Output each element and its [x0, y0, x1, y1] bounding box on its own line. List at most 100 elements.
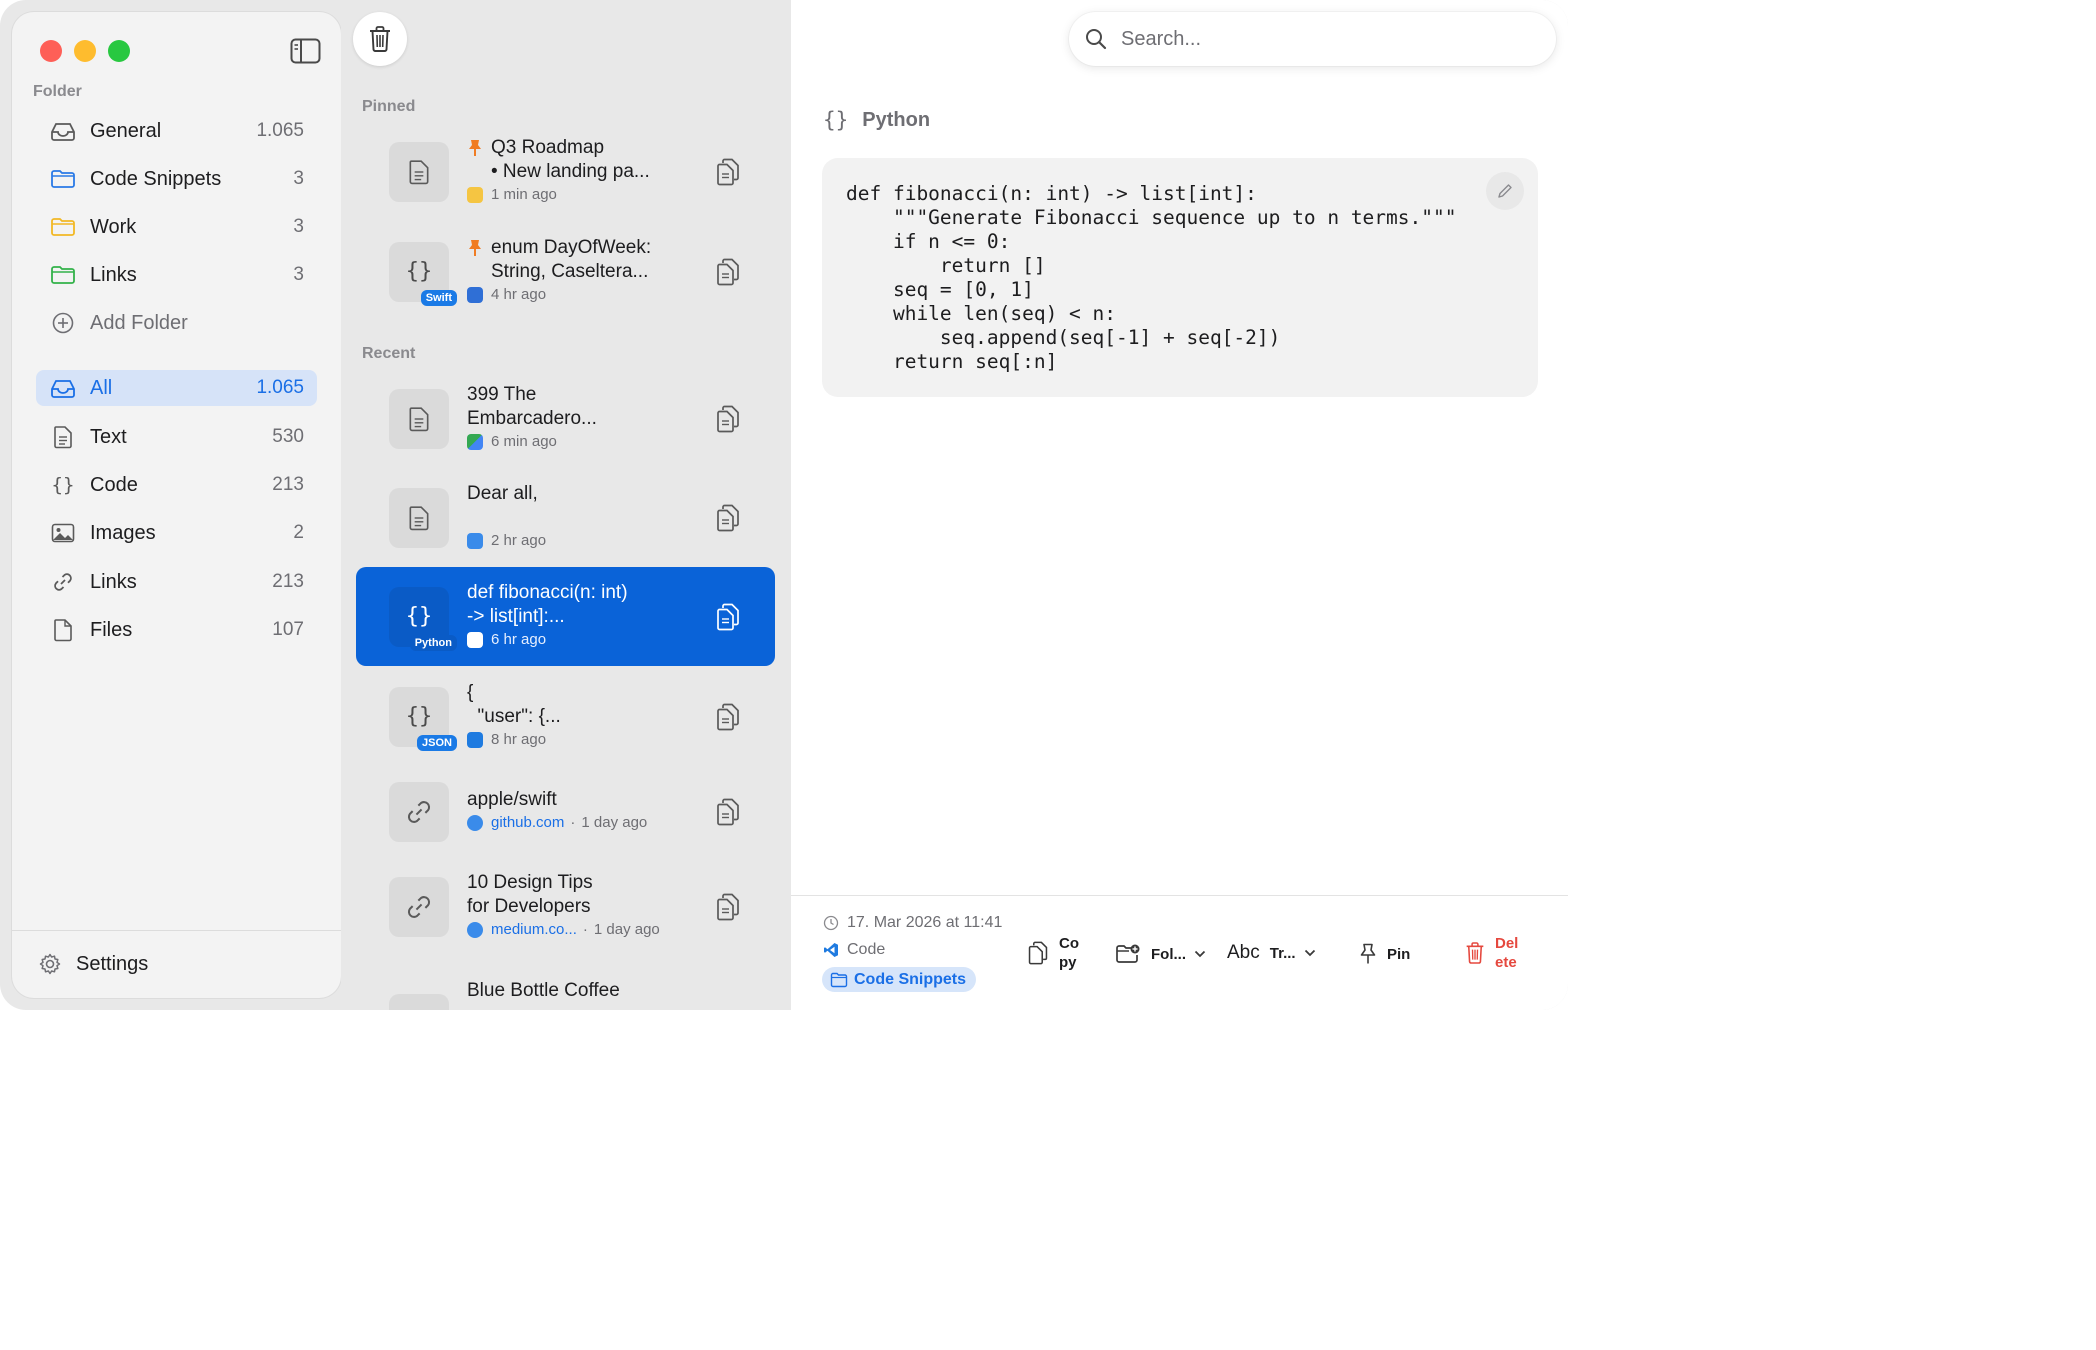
- item-title-line1: enum DayOfWeek:: [467, 236, 685, 260]
- copy-icon: [1028, 941, 1048, 965]
- vscode-app-icon: [467, 731, 483, 748]
- copy-icon[interactable]: [715, 1010, 741, 1011]
- footer-divider: [791, 895, 1568, 896]
- item-title-line2: Embarcadero...: [467, 408, 597, 429]
- settings-button[interactable]: Settings: [38, 952, 148, 976]
- sidebar-item-all[interactable]: All 1.065: [36, 370, 317, 406]
- recent-section-label: Recent: [362, 345, 416, 362]
- pencil-icon: [1498, 184, 1512, 198]
- copy-label-line1: Co: [1059, 935, 1079, 952]
- item-title-line1: Q3 Roadmap: [467, 136, 685, 160]
- item-title-line2: String, Caseltera...: [491, 261, 649, 282]
- edit-button[interactable]: [1486, 172, 1524, 210]
- sidebar-item-label: Work: [90, 215, 137, 238]
- document-icon: [409, 159, 429, 184]
- item-time: 1 min ago: [491, 186, 557, 203]
- pin-outline-icon: [1360, 943, 1376, 964]
- code-preview[interactable]: def fibonacci(n: int) -> list[int]: """G…: [822, 158, 1538, 397]
- sidebar-item-links-folder[interactable]: Links 3: [36, 257, 317, 293]
- item-title-line1: 399 The: [467, 384, 537, 405]
- item-link[interactable]: medium.co...: [491, 921, 577, 938]
- add-folder-button[interactable]: Add Folder: [36, 305, 317, 341]
- pin-button[interactable]: Pin: [1359, 942, 1410, 966]
- copy-icon[interactable]: [715, 158, 741, 186]
- clear-history-button[interactable]: [353, 12, 407, 66]
- transform-menu-button[interactable]: Abc Tr...: [1227, 942, 1316, 964]
- trash-icon: [370, 26, 390, 52]
- sidebar-item-count: 213: [272, 571, 304, 592]
- language-badge: Python: [409, 634, 457, 651]
- copy-icon[interactable]: [715, 893, 741, 921]
- braces-icon: {}: [405, 704, 433, 729]
- minimize-window-button[interactable]: [74, 40, 96, 62]
- list-item-selected[interactable]: {} Python def fibonacci(n: int) -> list[…: [356, 567, 775, 666]
- code-content: def fibonacci(n: int) -> list[int]: """G…: [846, 182, 1457, 373]
- timestamp: 17. Mar 2026 at 11:41: [847, 914, 1003, 931]
- item-time: 6 min ago: [491, 433, 557, 450]
- copy-icon[interactable]: [715, 798, 741, 826]
- list-item[interactable]: apple/swift github.com · 1 day ago: [356, 762, 775, 861]
- delete-button[interactable]: Del ete: [1465, 934, 1518, 972]
- item-link[interactable]: github.com: [491, 814, 564, 831]
- pinned-section-label: Pinned: [362, 98, 416, 115]
- item-title-line2: "user": {...: [467, 706, 561, 727]
- zoom-window-button[interactable]: [108, 40, 130, 62]
- text-thumbnail: [389, 141, 449, 202]
- sidebar-item-links[interactable]: Links 213: [36, 564, 317, 600]
- sidebar-item-general[interactable]: General 1.065: [36, 113, 317, 149]
- sidebar-item-count: 3: [293, 168, 304, 189]
- language-header: {} Python: [823, 108, 930, 132]
- sidebar-item-files[interactable]: Files 107: [36, 612, 317, 648]
- document-icon: [409, 505, 429, 530]
- delete-label-line2: ete: [1495, 954, 1517, 971]
- folder-menu-button[interactable]: Fol...: [1115, 942, 1206, 966]
- code-thumbnail: {} Swift: [389, 241, 457, 306]
- sidebar-toggle-icon[interactable]: [290, 38, 321, 64]
- list-item[interactable]: Q3 Roadmap • New landing pa... 1 min ago: [356, 122, 775, 221]
- sidebar-divider: [12, 930, 341, 931]
- sidebar-item-count: 1.065: [256, 120, 304, 141]
- sidebar-item-work[interactable]: Work 3: [36, 209, 317, 245]
- copy-icon[interactable]: [715, 504, 741, 532]
- sidebar-item-code[interactable]: {} Code 213: [36, 467, 317, 503]
- list-item[interactable]: Blue Bottle Coffee: [356, 964, 775, 1010]
- app-window: Folder General 1.065 Code Snippets 3 Wor…: [0, 0, 1568, 1010]
- list-item[interactable]: 10 Design Tips for Developers medium.co.…: [356, 857, 775, 956]
- close-window-button[interactable]: [40, 40, 62, 62]
- search-bar[interactable]: [1069, 12, 1556, 66]
- copy-icon[interactable]: [715, 258, 741, 286]
- link-thumbnail: [389, 781, 449, 842]
- vscode-app-icon: [467, 631, 483, 648]
- language-label: Python: [862, 108, 931, 131]
- search-icon: [1086, 29, 1107, 50]
- sidebar-item-label: Links: [90, 570, 137, 593]
- notes-app-icon: [467, 186, 483, 203]
- sidebar-item-label: Code: [90, 473, 138, 496]
- copy-icon[interactable]: [715, 703, 741, 731]
- copy-icon[interactable]: [715, 603, 741, 631]
- plus-circle-icon: [50, 310, 76, 336]
- transform-menu-label: Tr...: [1269, 944, 1296, 962]
- item-title-line2: • New landing pa...: [491, 161, 650, 182]
- delete-label-line1: Del: [1495, 935, 1519, 952]
- pin-icon: [469, 140, 481, 156]
- settings-label: Settings: [76, 952, 149, 975]
- sidebar-item-label: Code Snippets: [90, 167, 222, 190]
- item-time: 8 hr ago: [491, 731, 547, 748]
- list-item[interactable]: {} JSON { "user": {... 8 hr ago: [356, 667, 775, 766]
- sidebar-item-code-snippets[interactable]: Code Snippets 3: [36, 161, 317, 197]
- folder-chip[interactable]: Code Snippets: [822, 967, 977, 992]
- trash-red-icon: [1466, 942, 1484, 964]
- copy-button[interactable]: Co py: [1027, 934, 1079, 972]
- copy-icon[interactable]: [715, 405, 741, 433]
- search-input[interactable]: [1121, 27, 1521, 51]
- link-icon: [407, 895, 431, 918]
- item-time: 1 day ago: [593, 921, 660, 938]
- list-item[interactable]: Dear all, 2 hr ago: [356, 468, 775, 567]
- list-item[interactable]: 399 The Embarcadero... 6 min ago: [356, 369, 775, 468]
- sidebar-item-images[interactable]: Images 2: [36, 515, 317, 551]
- sidebar-item-label: Images: [90, 521, 156, 544]
- list-item[interactable]: {} Swift enum DayOfWeek: String, Caselte…: [356, 222, 775, 321]
- sidebar-item-text[interactable]: Text 530: [36, 419, 317, 455]
- clock-icon: [823, 915, 839, 931]
